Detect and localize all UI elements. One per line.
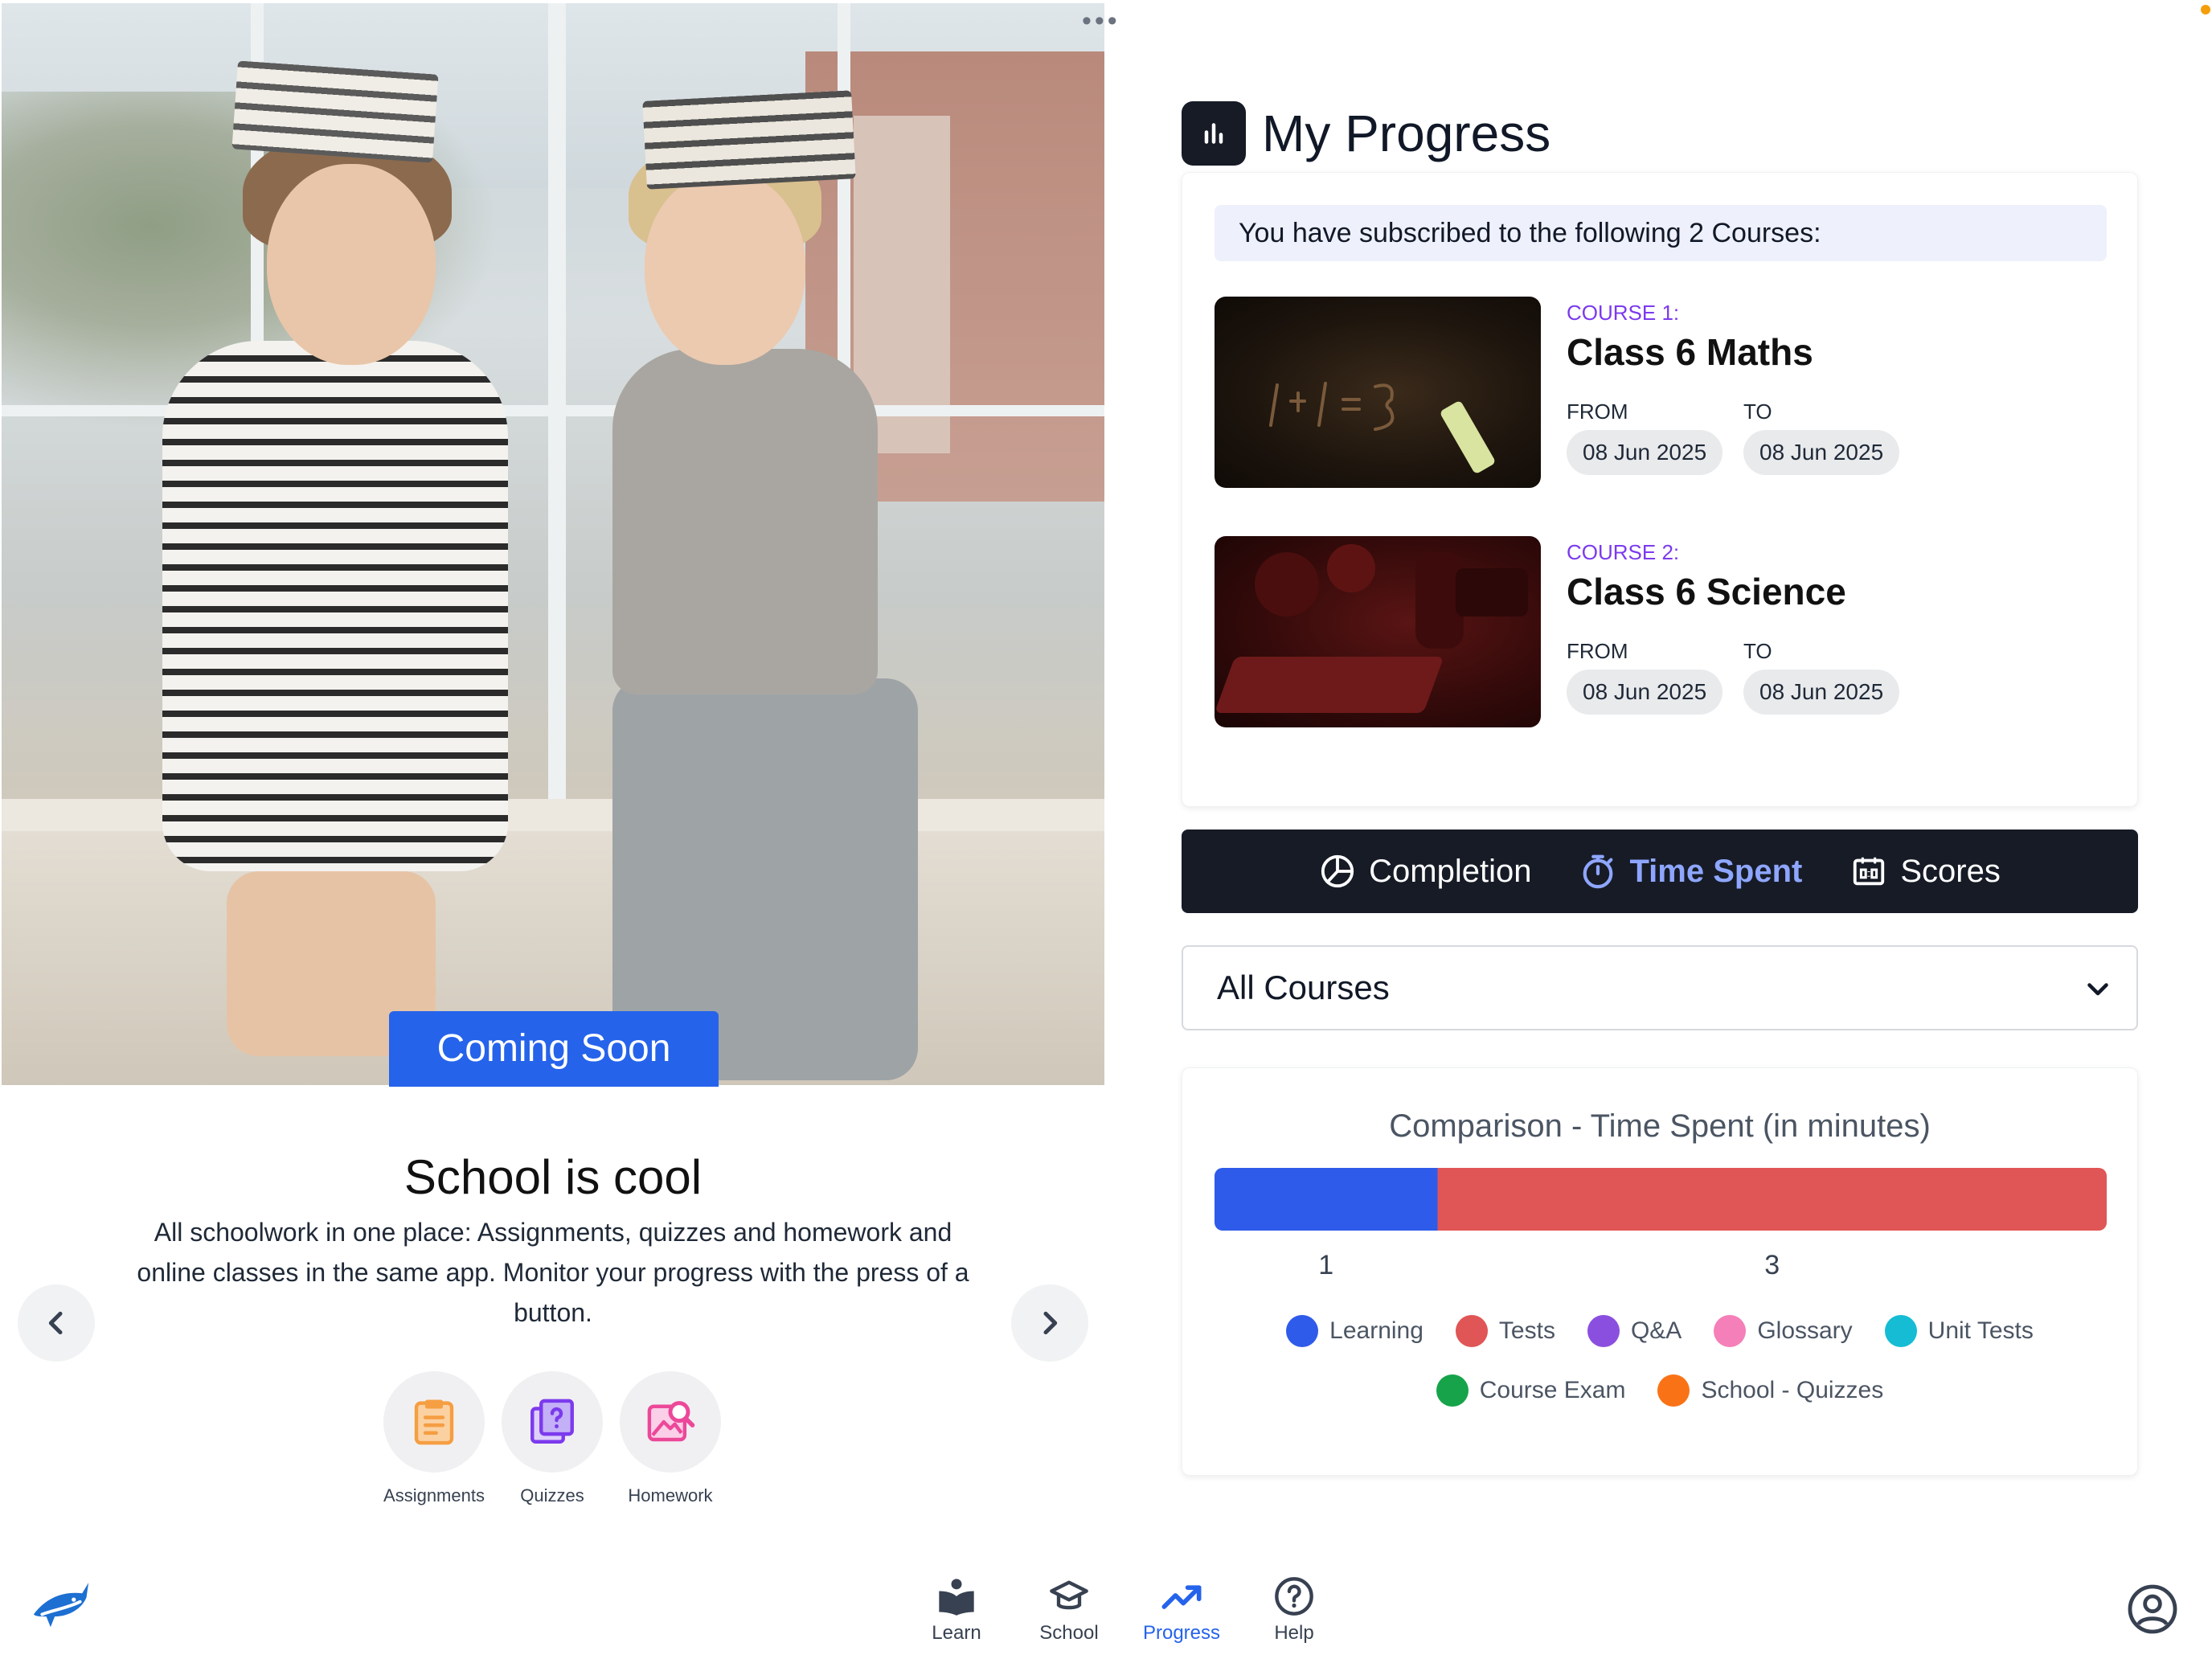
quiz-book-icon bbox=[530, 1399, 574, 1444]
from-date: 08 Jun 2025 bbox=[1567, 670, 1723, 715]
bottom-navigation: Learn School Progress Help bbox=[900, 1575, 1350, 1656]
to-label: TO bbox=[1743, 639, 1772, 663]
bar-segment-learning[interactable] bbox=[1215, 1168, 1438, 1231]
scoreboard-icon bbox=[1854, 857, 1885, 886]
clipboard-icon bbox=[414, 1399, 454, 1445]
legend-swatch bbox=[1436, 1374, 1469, 1407]
previous-slide-button[interactable] bbox=[18, 1284, 95, 1362]
course-name: Class 6 Maths bbox=[1567, 331, 1813, 373]
courses-card: You have subscribed to the following 2 C… bbox=[1182, 172, 2138, 807]
legend-label: Q&A bbox=[1630, 1317, 1682, 1344]
nav-label: Learn bbox=[932, 1622, 981, 1644]
tab-label: Completion bbox=[1369, 853, 1532, 889]
tab-time-spent[interactable]: Time Spent bbox=[1579, 853, 1802, 890]
time-spent-chart: Comparison - Time Spent (in minutes) 13 … bbox=[1182, 1067, 2138, 1476]
tab-label: Time Spent bbox=[1629, 853, 1803, 889]
legend-label: School - Quizzes bbox=[1701, 1377, 1884, 1403]
profile-avatar-icon[interactable] bbox=[2127, 1583, 2178, 1635]
nav-label: Help bbox=[1274, 1622, 1314, 1644]
legend-swatch bbox=[1286, 1315, 1319, 1347]
course-card-maths[interactable]: COURSE 1: Class 6 Maths FROM TO 08 Jun 2… bbox=[1215, 297, 2107, 490]
to-label: TO bbox=[1743, 399, 1772, 424]
feature-assignments[interactable]: Assignments bbox=[378, 1371, 490, 1506]
legend-swatch bbox=[1455, 1315, 1488, 1347]
slide-title: School is cool bbox=[403, 1150, 703, 1204]
shark-logo-icon[interactable] bbox=[27, 1572, 95, 1640]
feature-label: Assignments bbox=[383, 1485, 485, 1505]
feature-quizzes[interactable]: Quizzes bbox=[496, 1371, 608, 1506]
chevron-down-icon bbox=[2087, 983, 2108, 996]
slide-description: All schoolwork in one place: Assignments… bbox=[137, 1218, 969, 1327]
bar-data-label: 3 bbox=[1764, 1250, 1780, 1280]
subscription-banner: You have subscribed to the following 2 C… bbox=[1215, 205, 2107, 261]
to-date: 08 Jun 2025 bbox=[1743, 430, 1900, 475]
nav-progress[interactable]: Progress bbox=[1137, 1575, 1226, 1656]
feature-label: Quizzes bbox=[520, 1485, 584, 1505]
course-name: Class 6 Science bbox=[1567, 571, 1846, 612]
stacked-bar-chart: 13 bbox=[1215, 1168, 2107, 1280]
legend-item-tests[interactable]: Tests bbox=[1455, 1309, 1555, 1353]
from-label: FROM bbox=[1567, 399, 1628, 424]
page-title: My Progress bbox=[1262, 104, 1551, 162]
bar-chart-icon bbox=[1182, 101, 1246, 166]
legend-label: Learning bbox=[1329, 1317, 1423, 1344]
course-card-science[interactable]: COURSE 2: Class 6 Science FROM TO 08 Jun… bbox=[1215, 536, 2107, 729]
graduation-cap-icon bbox=[1050, 1580, 1088, 1610]
course-filter-value: All Courses bbox=[1217, 969, 1390, 1006]
from-label: FROM bbox=[1567, 639, 1628, 663]
notification-dot bbox=[2201, 5, 2210, 14]
course-thumbnail bbox=[1215, 536, 1541, 727]
tab-scores[interactable]: Scores bbox=[1850, 853, 2001, 890]
legend-item-glossary[interactable]: Glossary bbox=[1714, 1309, 1853, 1353]
legend-label: Unit Tests bbox=[1927, 1317, 2034, 1344]
course-thumbnail bbox=[1215, 297, 1541, 488]
nav-label: School bbox=[1039, 1622, 1099, 1644]
legend-item-course-exam[interactable]: Course Exam bbox=[1436, 1369, 1626, 1412]
nav-school[interactable]: School bbox=[1025, 1575, 1113, 1656]
course-filter-select[interactable]: All Courses bbox=[1182, 945, 2138, 1030]
image-search-icon bbox=[647, 1401, 695, 1442]
legend-swatch bbox=[1884, 1315, 1917, 1347]
bar-segment-tests[interactable] bbox=[1437, 1168, 2108, 1231]
legend-swatch bbox=[1714, 1315, 1747, 1347]
bar-data-label: 1 bbox=[1318, 1250, 1333, 1280]
chevron-right-icon bbox=[1043, 1311, 1058, 1335]
legend-item-unit-tests[interactable]: Unit Tests bbox=[1884, 1309, 2034, 1353]
tab-label: Scores bbox=[1900, 853, 2001, 889]
trending-up-icon bbox=[1161, 1585, 1202, 1609]
course-number: COURSE 1: bbox=[1567, 301, 1680, 325]
to-date: 08 Jun 2025 bbox=[1743, 670, 1900, 715]
nav-label: Progress bbox=[1142, 1622, 1221, 1644]
legend-item-q-a[interactable]: Q&A bbox=[1587, 1309, 1682, 1353]
chart-legend: Learning Tests Q&A Glossary Unit Tests Course… bbox=[1182, 1309, 2137, 1412]
legend-swatch bbox=[1587, 1315, 1620, 1347]
more-options-icon[interactable]: ••• bbox=[1082, 7, 1120, 35]
legend-label: Course Exam bbox=[1479, 1377, 1626, 1403]
nav-learn[interactable]: Learn bbox=[912, 1575, 1001, 1656]
tab-completion[interactable]: Completion bbox=[1319, 853, 1531, 890]
stopwatch-icon bbox=[1583, 854, 1613, 889]
chart-title: Comparison - Time Spent (in minutes) bbox=[1389, 1108, 1931, 1144]
next-slide-button[interactable] bbox=[1011, 1284, 1088, 1362]
legend-item-school-quizzes[interactable]: School - Quizzes bbox=[1657, 1369, 1883, 1412]
legend-swatch bbox=[1657, 1374, 1690, 1407]
hero-image bbox=[2, 3, 1104, 1085]
help-circle-icon bbox=[1275, 1577, 1313, 1616]
course-number: COURSE 2: bbox=[1567, 540, 1680, 564]
nav-help[interactable]: Help bbox=[1250, 1575, 1338, 1656]
legend-item-learning[interactable]: Learning bbox=[1286, 1309, 1423, 1353]
coming-soon-badge: Coming Soon bbox=[389, 1011, 719, 1087]
chevron-left-icon bbox=[48, 1311, 63, 1335]
legend-label: Glossary bbox=[1757, 1317, 1853, 1344]
feature-homework[interactable]: Homework bbox=[614, 1371, 727, 1506]
book-reader-icon bbox=[939, 1579, 974, 1616]
progress-tabs: Completion Time Spent Scores bbox=[1182, 830, 2138, 913]
pie-chart-icon bbox=[1321, 854, 1354, 888]
legend-label: Tests bbox=[1498, 1317, 1555, 1344]
feature-label: Homework bbox=[628, 1485, 713, 1505]
from-date: 08 Jun 2025 bbox=[1567, 430, 1723, 475]
